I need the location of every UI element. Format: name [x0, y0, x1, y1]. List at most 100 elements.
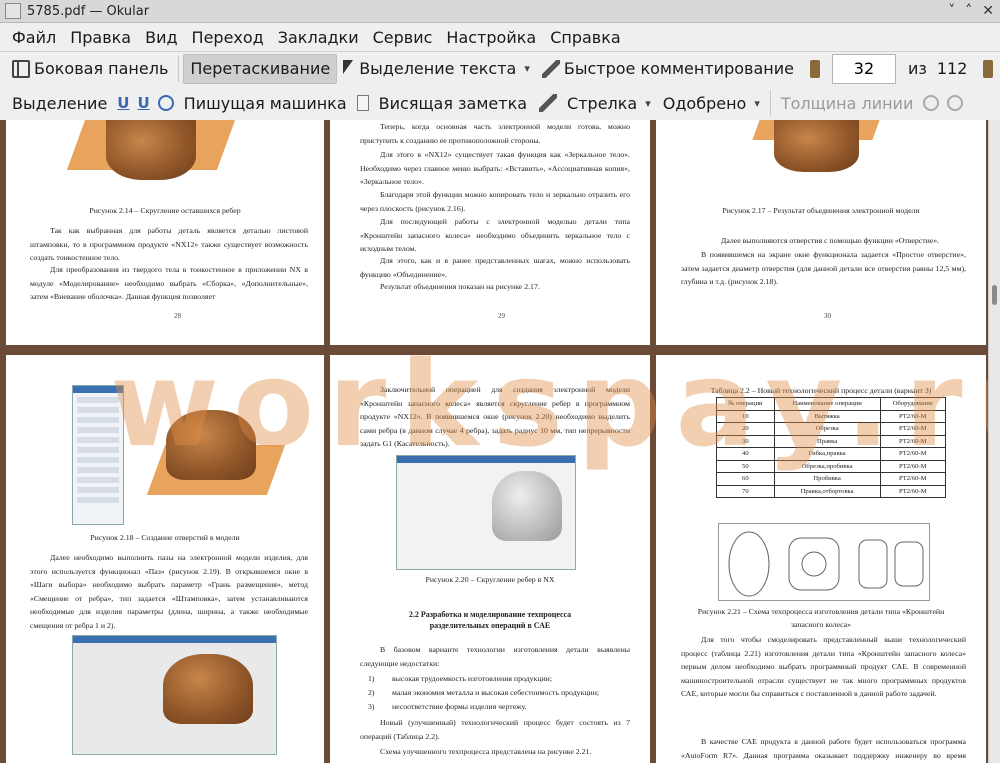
close-icon[interactable]: ✕	[982, 3, 994, 19]
figure-caption: Рисунок 2.17 – Результат объединения эле…	[722, 206, 920, 215]
page-32: Заключительной операцией для создания эл…	[330, 355, 650, 763]
table-cell: PT2/60-M	[879, 484, 947, 498]
highlight-label: Выделение	[12, 93, 108, 113]
figure-caption: Рисунок 2.18 – Создание отверстий в моде…	[90, 533, 240, 542]
page-number: 29	[498, 312, 505, 320]
menu-tools[interactable]: Сервис	[366, 28, 440, 47]
page-number: 28	[174, 312, 181, 320]
sidebar-label: Боковая панель	[34, 59, 169, 78]
page-text: Заключительной операцией для создания эл…	[360, 385, 630, 448]
sticky-note-button[interactable]: Висящая заметка	[373, 88, 533, 118]
page-28: Рисунок 2.14 – Скругление оставшихся реб…	[6, 120, 324, 345]
next-page-icon[interactable]	[983, 59, 994, 78]
toolbar-separator	[769, 90, 771, 116]
figure-caption: Рисунок 2.21 – Схема техпроцесса изготов…	[697, 607, 945, 629]
chevron-down-icon[interactable]: ▾	[645, 97, 651, 110]
page-number: 30	[824, 312, 831, 320]
table-cell: Гибка,правка	[773, 447, 881, 461]
page-33: Таблица 2.2 – Новый технологический проц…	[656, 355, 986, 763]
menu-file[interactable]: Файл	[5, 28, 63, 47]
page-text: Схема улучшенного техпроцесса представле…	[380, 747, 592, 756]
opacity-icon[interactable]	[947, 95, 964, 111]
table-cell: Правка	[773, 434, 881, 448]
list-item: несоответствие формы изделия чертежу.	[392, 702, 527, 711]
part-image	[106, 120, 196, 180]
document-view[interactable]: Рисунок 2.14 – Скругление оставшихся реб…	[0, 120, 1000, 763]
table-cell: 10	[716, 409, 775, 423]
squiggle-icon[interactable]: U	[137, 94, 149, 112]
color-icon[interactable]	[923, 95, 940, 111]
main-toolbar: Боковая панель Перетаскивание Выделение …	[0, 51, 1000, 85]
maximize-icon[interactable]: ˄	[965, 3, 972, 19]
figure-caption: Рисунок 2.14 – Скругление оставшихся реб…	[89, 206, 241, 215]
list-item: малая экономия металла и высокая себесто…	[392, 688, 600, 697]
approved-label: Одобрено	[662, 93, 747, 113]
list-item: высокая трудоемкость изготовления продук…	[392, 674, 553, 683]
page-text: Для последующей работы с электронной мод…	[360, 217, 630, 253]
menu-edit[interactable]: Правка	[63, 28, 138, 47]
typewriter-button[interactable]: Пишущая машинка	[178, 88, 353, 118]
menu-view[interactable]: Вид	[138, 28, 184, 47]
scrollbar-thumb[interactable]	[992, 285, 997, 305]
quick-comment-label: Быстрое комментирование	[563, 59, 794, 78]
table-row: 50 Обрезка,пробивка PT2/60-M	[716, 459, 947, 473]
table-header-cell: Оборудование	[879, 397, 947, 411]
line-width-button[interactable]: Толщина линии	[775, 88, 920, 118]
table-cell: 50	[716, 459, 775, 473]
vertical-scrollbar[interactable]	[988, 120, 1000, 763]
okular-app-icon	[5, 3, 21, 19]
section-heading: 2.2 Разработка и моделирование техпроцес…	[408, 610, 572, 630]
page-text: Для этого в «NX12» существует такая функ…	[360, 150, 630, 186]
menu-bar: Файл Правка Вид Переход Закладки Сервис …	[0, 23, 1000, 51]
table-cell: PT2/60-M	[879, 434, 947, 448]
table-row: 70 Правка,отбортовка PT2/60-M	[716, 484, 947, 498]
menu-bookmarks[interactable]: Закладки	[271, 28, 366, 47]
table-cell: Обрезка	[773, 422, 881, 436]
nx-screenshot-image	[396, 455, 576, 570]
underline-icon[interactable]: U	[117, 94, 129, 112]
stamp-icon[interactable]	[157, 95, 174, 111]
note-icon	[356, 95, 369, 111]
highlight-button[interactable]: Выделение	[6, 88, 113, 118]
part-image	[166, 410, 256, 480]
arrow-button[interactable]: Стрелка ▾	[561, 88, 657, 118]
menu-go[interactable]: Переход	[185, 28, 271, 47]
table-cell: 70	[716, 484, 775, 498]
page-number-input[interactable]: 32	[831, 53, 896, 84]
page-text: Так как выбранная для работы деталь явля…	[30, 226, 308, 262]
list-number: 2)	[368, 688, 375, 697]
page-text: Теперь, когда основная часть электронной…	[360, 122, 630, 145]
technical-drawing-image	[718, 523, 930, 601]
table-cell: Обрезка,пробивка	[773, 459, 881, 473]
page-text: В качестве САЕ продукта в данной работе …	[681, 737, 966, 760]
chevron-down-icon[interactable]: ▾	[754, 97, 760, 110]
process-table: № операции Наименование операции Оборудо…	[716, 397, 947, 498]
table-cell: PT2/60-M	[879, 422, 947, 436]
page-total-label: 112	[936, 59, 968, 78]
table-title: Таблица 2.2 – Новый технологический проц…	[710, 386, 932, 395]
table-cell: Правка,отбортовка	[773, 484, 881, 498]
cursor-icon	[343, 59, 355, 78]
brush-icon	[541, 59, 560, 78]
window-controls: ˅ ˄ ✕	[948, 3, 994, 19]
table-cell: 20	[716, 422, 775, 436]
text-selection-label: Выделение текста	[359, 59, 517, 78]
sidebar-button[interactable]: Боковая панель	[6, 54, 174, 84]
table-row: 30 Правка PT2/60-M	[716, 434, 947, 448]
drag-mode-button[interactable]: Перетаскивание	[183, 53, 338, 84]
text-selection-button[interactable]: Выделение текста ▾	[337, 54, 536, 84]
page-of-label: из	[907, 59, 927, 78]
chevron-down-icon[interactable]: ▾	[524, 62, 530, 75]
table-cell: Вытяжка	[773, 409, 881, 423]
table-cell: PT2/60-M	[879, 447, 947, 461]
menu-help[interactable]: Справка	[543, 28, 628, 47]
approved-stamp-button[interactable]: Одобрено ▾	[657, 88, 766, 118]
page-text: Для того чтобы смоделировать представлен…	[681, 635, 966, 698]
menu-settings[interactable]: Настройка	[439, 28, 543, 47]
minimize-icon[interactable]: ˅	[948, 3, 955, 19]
quick-comment-button[interactable]: Быстрое комментирование	[536, 54, 800, 84]
part-image	[774, 120, 859, 172]
previous-page-icon[interactable]	[809, 59, 820, 78]
table-cell: 60	[716, 472, 775, 486]
line-width-label: Толщина линии	[780, 93, 914, 113]
